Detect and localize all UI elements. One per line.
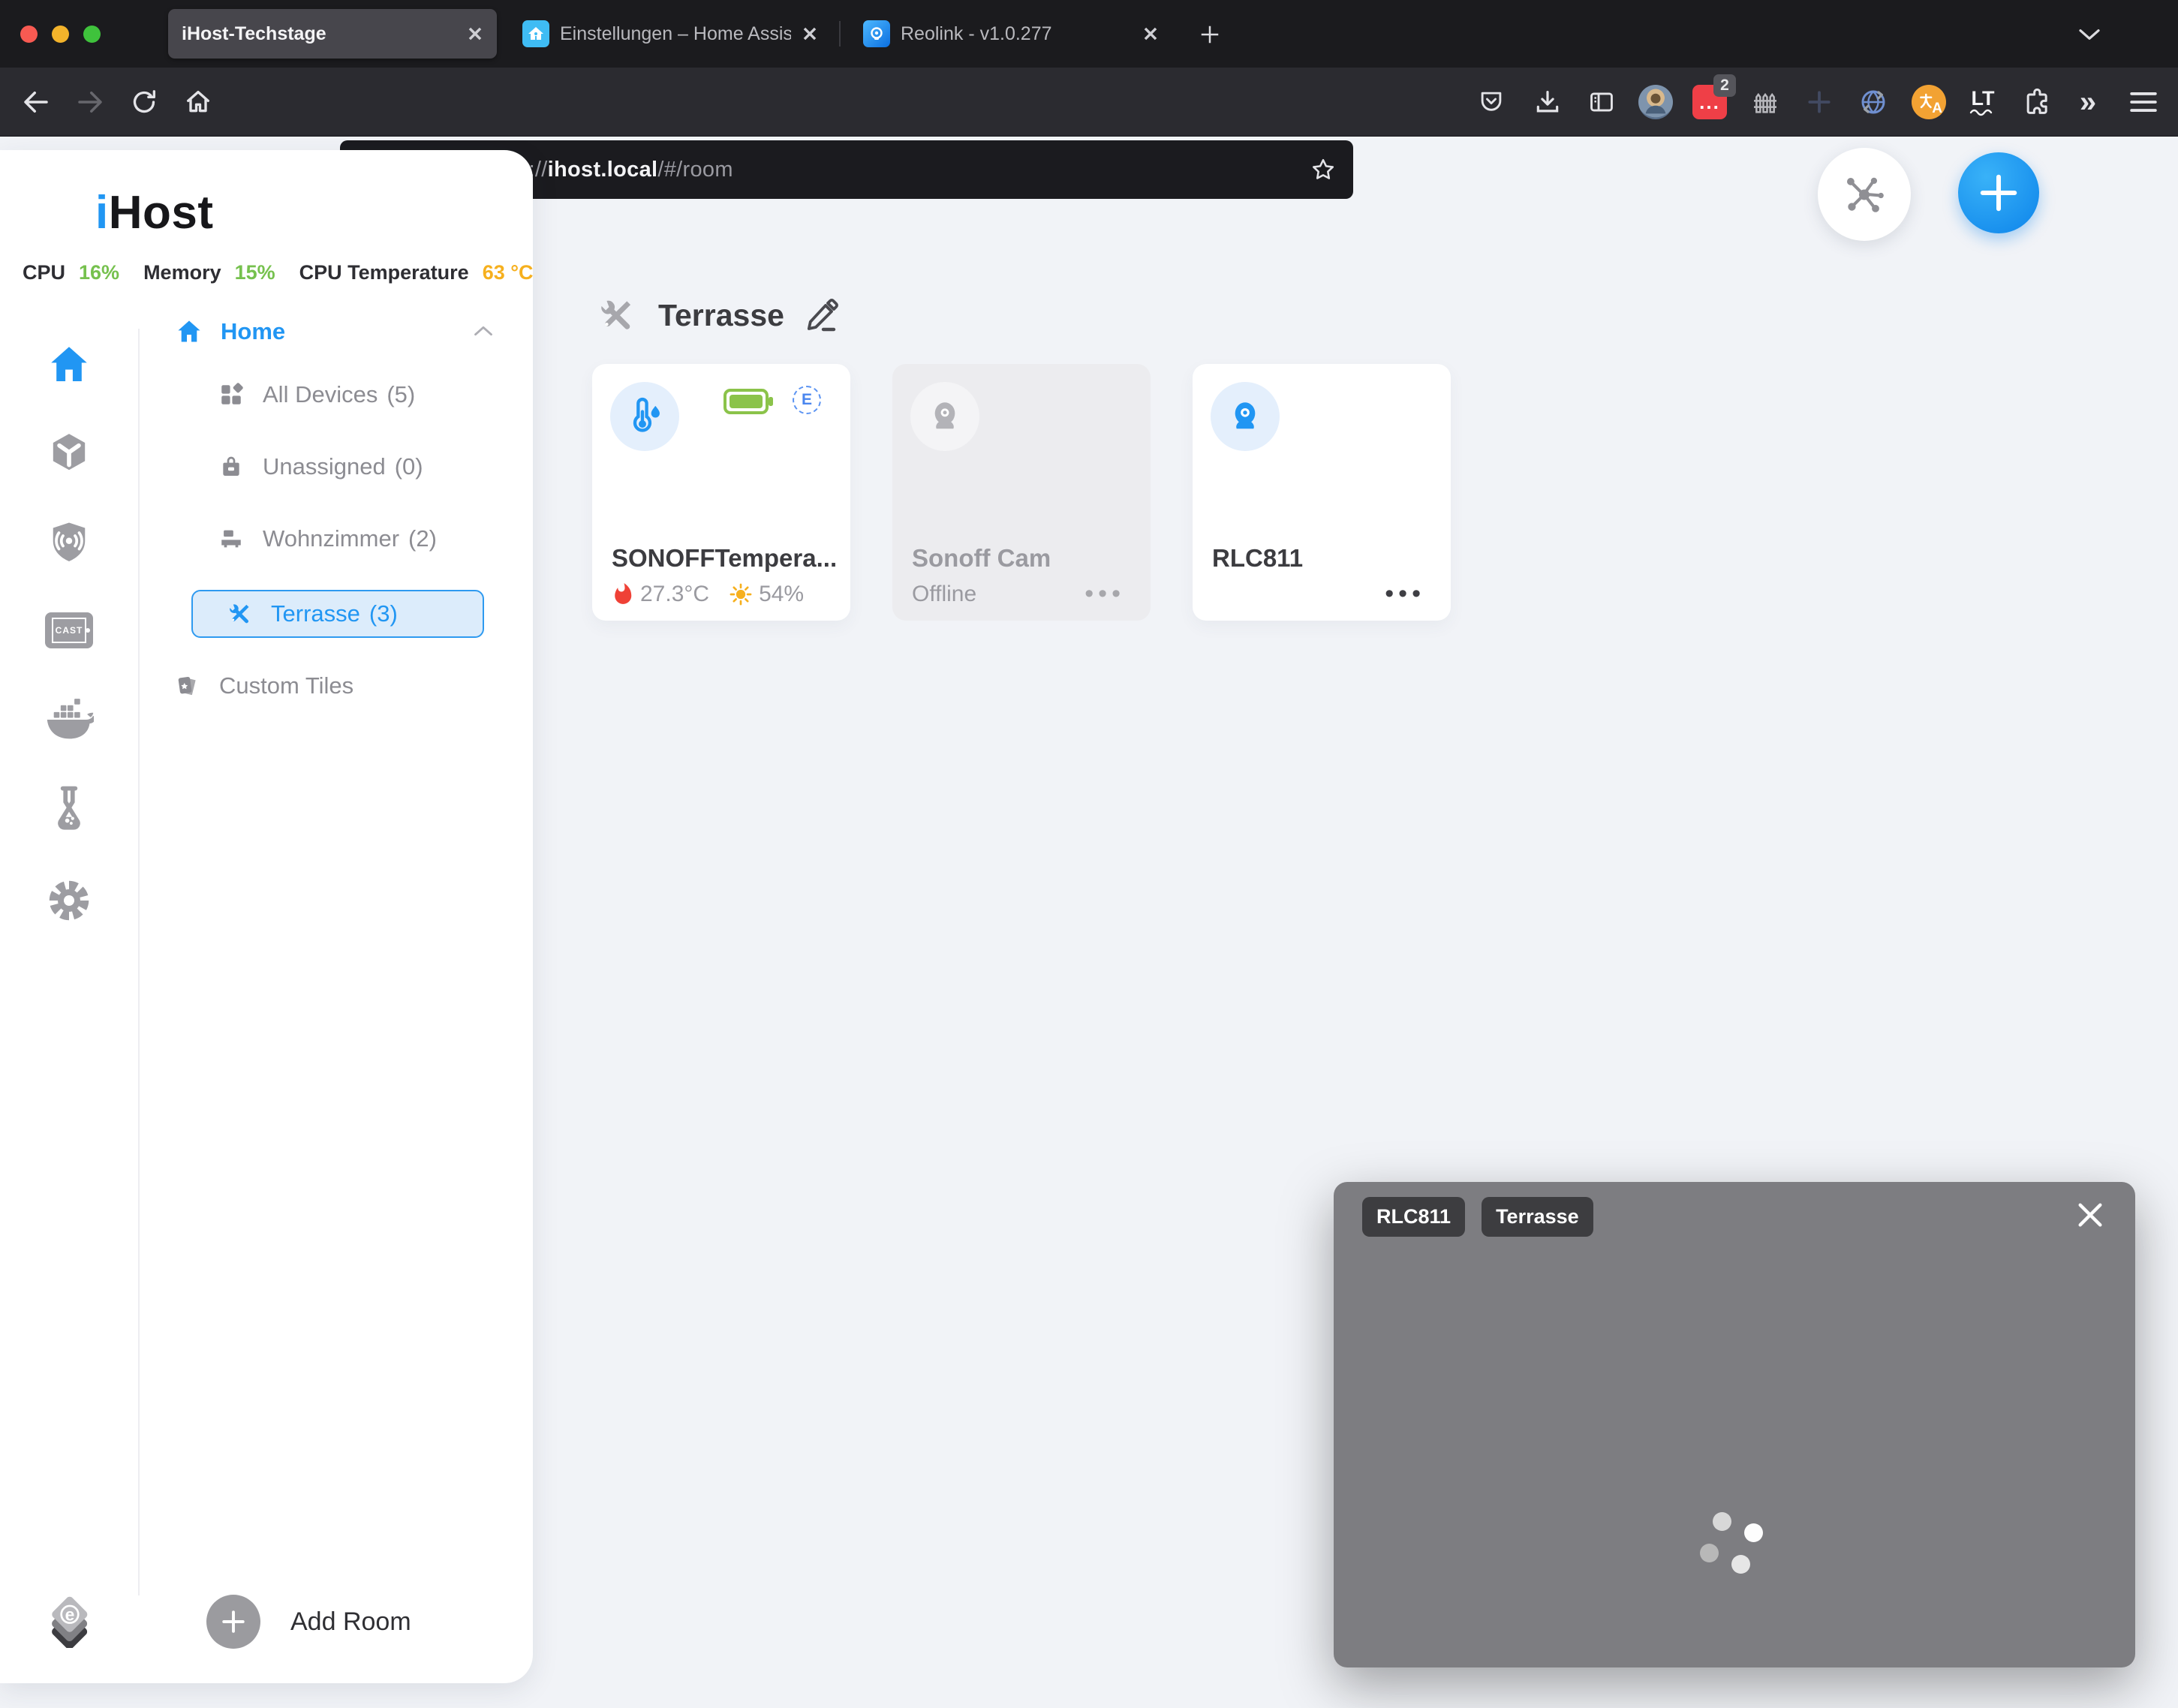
device-status: Offline [912,582,976,607]
tab-title: iHost-Techstage [182,23,456,45]
home-assistant-favicon [522,20,549,47]
browser-toolbar: http://ihost.local/#/room ... 2 A [0,68,2178,137]
hub-network-icon [1841,171,1888,218]
window-close-button[interactable] [20,26,38,43]
main-content: Terrasse E SONOFFTempera... 27.3°C 54% S… [0,137,2178,1708]
camera-name-chip: RLC811 [1362,1197,1465,1237]
webcam-icon [1211,382,1280,451]
device-name: Sonoff Cam [912,544,1051,573]
device-card-sonoff-temperature[interactable]: E SONOFFTempera... 27.3°C 54% [592,364,850,621]
close-icon [2075,1200,2105,1230]
scene-hub-button[interactable] [1818,148,1911,241]
sun-humidity-icon [729,582,753,606]
new-tab-button[interactable] [1192,17,1228,53]
containers-fence-extension-icon[interactable] [1743,80,1788,125]
translate-a-glyph: A [1932,101,1942,117]
translate-globe-extension-icon[interactable] [1851,80,1896,125]
browser-tab-ihost[interactable]: iHost-Techstage [168,9,497,59]
extensions-puzzle-icon[interactable] [2014,80,2059,125]
device-card-rlc811[interactable]: RLC811 ••• [1193,364,1451,621]
back-button[interactable] [12,78,60,126]
home-button[interactable] [174,78,222,126]
device-name: SONOFFTempera... [612,544,837,573]
browser-tab-bar: iHost-Techstage Einstellungen – Home Ass… [0,0,2178,68]
overlay-close-button[interactable] [2074,1198,2107,1231]
tab-title: Einstellungen – Home Assistant [560,23,791,45]
translate-page-extension-icon[interactable]: A [1906,80,1951,125]
disabled-extension-icon[interactable] [1797,80,1842,125]
browser-tab-home-assistant[interactable]: Einstellungen – Home Assistant [509,9,832,59]
browser-tab-reolink[interactable]: Reolink - v1.0.277 [850,9,1172,59]
card-menu-dots[interactable]: ••• [1084,586,1125,601]
camera-stream-overlay[interactable]: RLC811 Terrasse [1334,1182,2135,1667]
room-title: Terrasse [658,298,784,333]
overlay-chips: RLC811 Terrasse [1362,1197,1593,1237]
edit-room-pencil-icon[interactable] [804,297,840,333]
webcam-icon [910,382,979,451]
reload-button[interactable] [120,78,168,126]
extension-badge: 2 [1713,74,1736,97]
languagetool-extension-icon[interactable]: LT [1960,80,2005,125]
room-header: Terrasse [597,296,840,335]
device-card-sonoff-cam[interactable]: Sonoff Cam Offline ••• [892,364,1151,621]
room-name-chip: Terrasse [1482,1197,1593,1237]
downloads-icon[interactable] [1525,80,1570,125]
plus-icon [1976,170,2021,215]
menu-hamburger-icon[interactable] [2121,80,2166,125]
tab-title: Reolink - v1.0.277 [901,23,1132,45]
thermo-hygro-icon [610,382,679,451]
sidebars-icon[interactable] [1579,80,1624,125]
password-manager-extension-icon[interactable]: ... 2 [1687,80,1732,125]
tab-separator [839,21,841,47]
battery-icon [723,388,773,415]
window-minimize-button[interactable] [52,26,69,43]
energy-badge: E [793,386,821,414]
forward-button[interactable] [66,78,114,126]
pocket-icon[interactable] [1469,80,1514,125]
add-device-button[interactable] [1958,152,2039,233]
close-tab-icon[interactable] [1142,26,1159,42]
account-avatar[interactable] [1633,80,1678,125]
room-tools-icon [597,296,636,335]
close-tab-icon[interactable] [802,26,818,42]
window-zoom-button[interactable] [83,26,101,43]
list-all-tabs-chevron-icon[interactable] [2071,20,2107,50]
device-readings: 27.3°C 54% [612,582,804,607]
toolbar-overflow-icon[interactable]: » [2065,80,2110,125]
card-menu-dots[interactable]: ••• [1385,586,1425,601]
close-tab-icon[interactable] [467,26,483,42]
device-name: RLC811 [1212,544,1303,573]
flame-icon [612,582,634,607]
reolink-favicon [863,20,890,47]
